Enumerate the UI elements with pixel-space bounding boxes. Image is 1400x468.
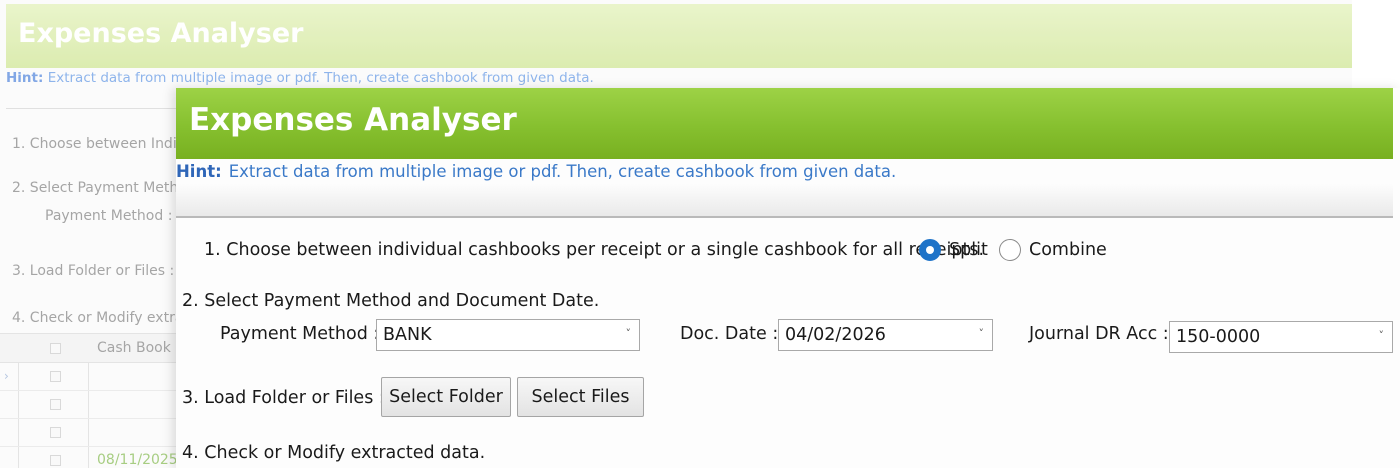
row-checkbox[interactable] — [50, 399, 61, 410]
step4-text: 4. Check or Modify extracted data. — [182, 443, 486, 463]
background-data-grid: Cash Book › 08/11/2025 — [0, 333, 190, 468]
select-all-checkbox[interactable] — [50, 343, 61, 354]
split-radio-label[interactable]: Split — [949, 240, 988, 260]
split-radio[interactable] — [919, 239, 941, 261]
journal-dr-acc-value: 150-0000 — [1176, 327, 1261, 347]
row-checkbox[interactable] — [50, 371, 61, 382]
combine-radio[interactable] — [999, 239, 1021, 261]
background-window-title: Expenses Analyser — [18, 18, 304, 49]
table-row[interactable]: › — [0, 363, 190, 391]
payment-method-value: BANK — [383, 325, 432, 345]
background-hint-text: Extract data from multiple image or pdf.… — [47, 70, 594, 86]
window-title: Expenses Analyser — [189, 102, 517, 138]
background-step2: 2. Select Payment Metho — [12, 180, 187, 196]
background-step4: 4. Check or Modify extra — [12, 310, 184, 326]
background-hint-label: Hint: — [6, 70, 44, 86]
hint-label: Hint: — [176, 162, 222, 181]
doc-date-picker[interactable]: 04/02/2026 ˅ — [778, 319, 993, 351]
screen: Expenses Analyser Hint: Extract data fro… — [0, 0, 1400, 468]
table-row[interactable]: 08/11/2025 — [0, 447, 190, 468]
journal-dr-acc-label: Journal DR Acc : — [1029, 324, 1169, 344]
select-folder-button[interactable]: Select Folder — [381, 377, 511, 417]
background-title-bar: Expenses Analyser — [6, 4, 1352, 68]
hint: Hint: Extract data from multiple image or… — [176, 162, 896, 181]
grid-header-row: Cash Book — [0, 333, 190, 363]
journal-dr-acc-dropdown[interactable]: 150-0000 ˅ — [1169, 321, 1393, 353]
step3-text: 3. Load Folder or Files : — [182, 388, 385, 408]
doc-date-label: Doc. Date : — [680, 324, 779, 344]
step2-text: 2. Select Payment Method and Document Da… — [182, 291, 600, 311]
header-separator-band — [176, 184, 1393, 218]
expenses-analyser-window: Expenses Analyser Hint: Extract data from… — [176, 88, 1400, 468]
current-row-arrow-icon: › — [4, 369, 9, 383]
step1-text: 1. Choose between individual cashbooks p… — [204, 240, 985, 260]
combine-radio-label[interactable]: Combine — [1029, 240, 1107, 260]
background-payment-method-label: Payment Method : — [45, 208, 173, 224]
grid-column-cash-book: Cash Book — [97, 340, 171, 356]
select-files-button[interactable]: Select Files — [517, 377, 644, 417]
title-bar: Expenses Analyser — [176, 88, 1393, 159]
payment-method-dropdown[interactable]: BANK ˅ — [376, 319, 640, 351]
chevron-down-icon: ˅ — [1378, 329, 1385, 342]
chevron-down-icon: ˅ — [978, 327, 985, 340]
doc-date-value: 04/02/2026 — [785, 325, 886, 345]
background-hint: Hint: Extract data from multiple image o… — [6, 70, 594, 86]
payment-method-label: Payment Method : — [220, 324, 380, 344]
table-row[interactable] — [0, 419, 190, 447]
hint-text: Extract data from multiple image or pdf.… — [228, 162, 897, 181]
background-step3: 3. Load Folder or Files : — [12, 263, 175, 279]
chevron-down-icon: ˅ — [625, 327, 632, 340]
background-step1: 1. Choose between Indiv — [12, 136, 185, 152]
table-row[interactable] — [0, 391, 190, 419]
row-cash-book-cell: 08/11/2025 — [97, 452, 178, 468]
row-checkbox[interactable] — [50, 455, 61, 466]
row-checkbox[interactable] — [50, 427, 61, 438]
